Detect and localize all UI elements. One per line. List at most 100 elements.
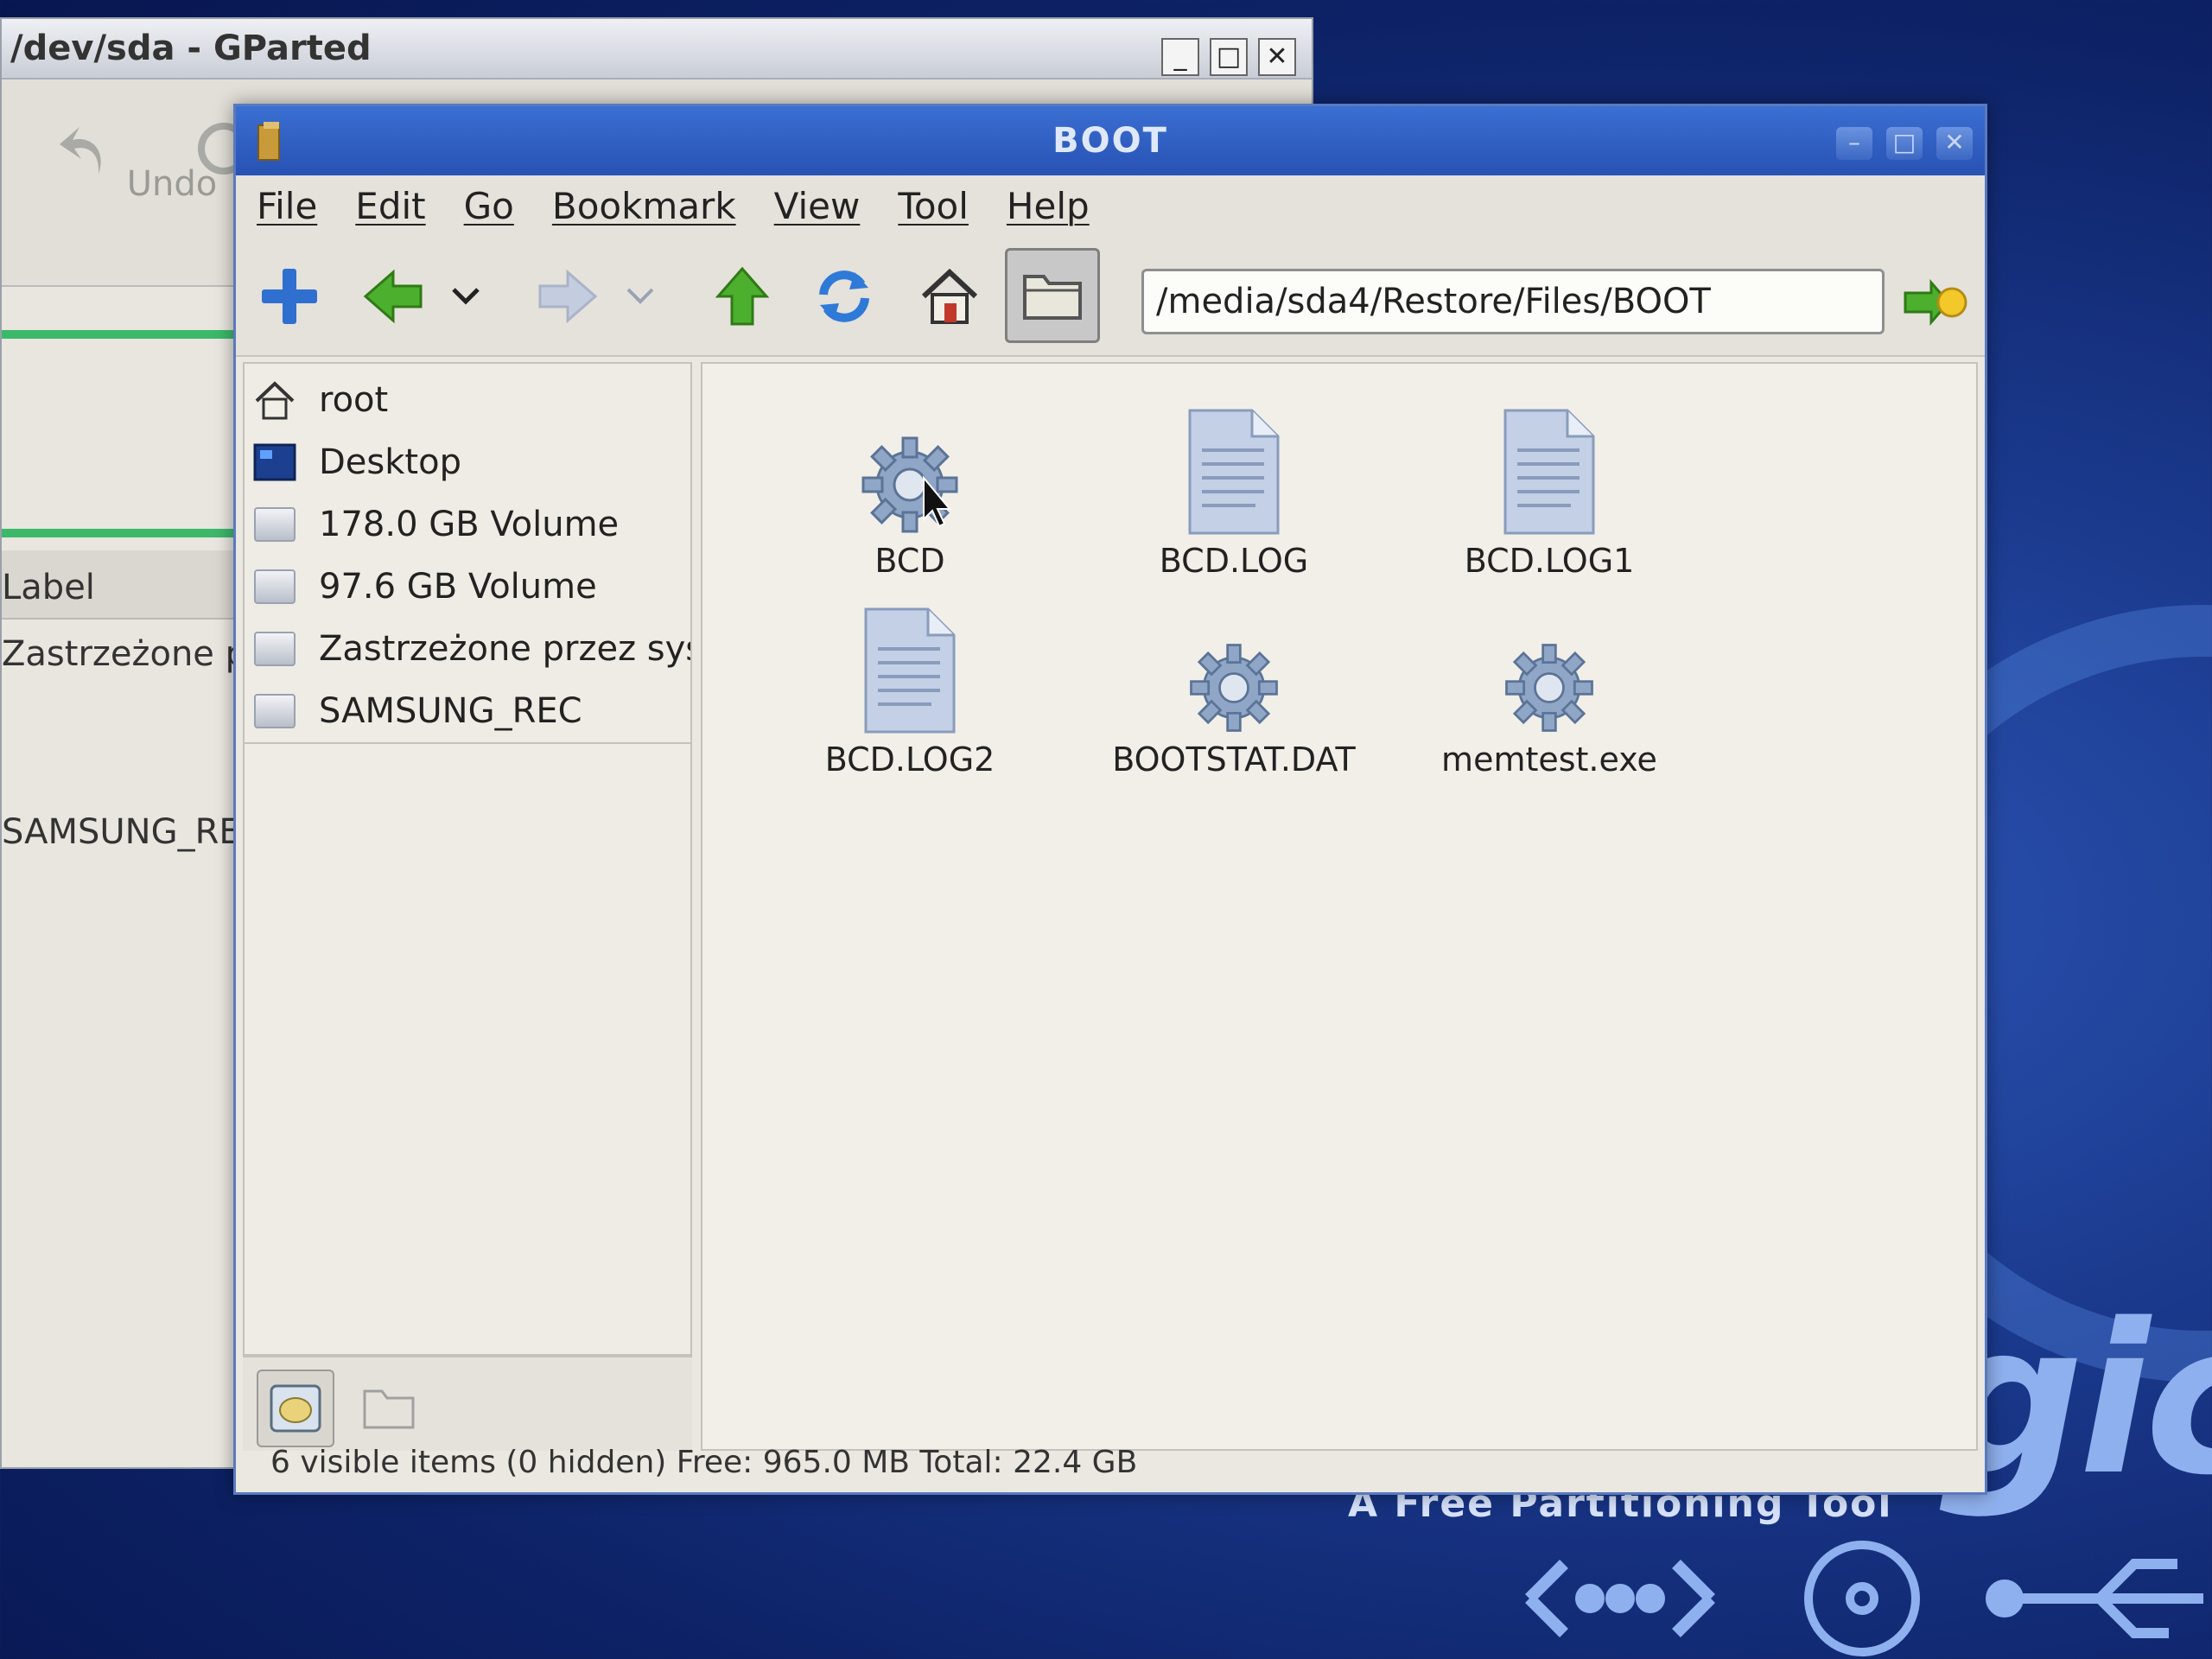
gparted-column-header-label[interactable]: Label <box>2 550 244 620</box>
menu-view[interactable]: View <box>774 185 861 227</box>
file-item[interactable]: BCD <box>772 407 1048 580</box>
place-item-volume[interactable]: SAMSUNG_REC <box>245 680 690 742</box>
file-item[interactable]: memtest.exe <box>1411 606 1688 779</box>
document-icon <box>1173 407 1294 537</box>
file-item[interactable]: BCD.LOG <box>1096 407 1372 580</box>
go-button[interactable] <box>1902 272 1971 333</box>
file-name: BCD.LOG2 <box>824 741 995 779</box>
home-icon <box>253 378 296 422</box>
gparted-window-controls: _ □ ✕ <box>1161 38 1296 76</box>
chevron-down-icon <box>452 288 480 305</box>
refresh-icon <box>819 270 869 322</box>
menu-bar: File Edit Go Bookmark View Tool Help <box>236 175 1985 236</box>
file-manager-app-icon <box>257 122 280 161</box>
drive-icon <box>253 690 296 733</box>
up-arrow-icon <box>715 266 770 326</box>
forward-arrow-icon <box>538 269 598 324</box>
forward-history-dropdown[interactable] <box>614 262 666 331</box>
back-history-dropdown[interactable] <box>440 262 492 331</box>
file-name: BCD.LOG1 <box>1464 542 1635 580</box>
menu-file[interactable]: File <box>257 185 317 227</box>
document-icon <box>1489 407 1610 537</box>
parent-folder-button[interactable] <box>708 262 777 331</box>
gear-icon <box>1173 606 1294 735</box>
side-pane-switcher <box>243 1356 692 1451</box>
chevron-down-icon <box>626 288 654 304</box>
gparted-partition-bar-top <box>2 330 244 339</box>
place-label: Zastrzeżone przez syst <box>319 629 690 669</box>
gparted-minimize-button[interactable]: _ <box>1161 38 1199 76</box>
folder-tree-icon <box>363 1389 415 1429</box>
place-label: 178.0 GB Volume <box>319 505 620 544</box>
drive-icon <box>253 627 296 671</box>
reload-button[interactable] <box>810 262 879 331</box>
file-icon-view[interactable]: BCD BCD.LOG BCD.LOG1 BCD.LOG2 BOOTSTAT.D… <box>701 362 1978 1451</box>
file-name: memtest.exe <box>1441 741 1657 779</box>
place-item-root[interactable]: root <box>245 369 690 431</box>
file-item[interactable]: BCD.LOG2 <box>772 606 1048 779</box>
place-label: root <box>319 380 389 420</box>
usb-icon <box>1986 1559 2203 1638</box>
status-bar: 6 visible items (0 hidden) Free: 965.0 M… <box>270 1445 1138 1480</box>
file-item[interactable]: BCD.LOG1 <box>1411 407 1688 580</box>
drive-icon <box>253 503 296 546</box>
menu-tool[interactable]: Tool <box>898 185 969 227</box>
menu-edit[interactable]: Edit <box>355 185 425 227</box>
minimize-button[interactable]: – <box>1836 127 1872 160</box>
place-label: 97.6 GB Volume <box>319 567 597 607</box>
gear-icon <box>1489 606 1610 735</box>
places-list: root Desktop 178.0 GB Volume 97.6 GB Vol… <box>245 364 690 744</box>
place-item-volume[interactable]: Zastrzeżone przez syst <box>245 618 690 680</box>
close-button[interactable]: ✕ <box>1936 127 1973 160</box>
content-area: root Desktop 178.0 GB Volume 97.6 GB Vol… <box>243 362 1978 1451</box>
places-tab[interactable] <box>257 1370 334 1447</box>
home-button[interactable] <box>915 262 984 331</box>
gear-icon <box>849 407 970 537</box>
menu-go[interactable]: Go <box>464 185 514 227</box>
gparted-partition-bar-bottom <box>2 529 244 537</box>
file-manager-titlebar[interactable]: BOOT – □ ✕ <box>236 106 1985 175</box>
gparted-partition-row[interactable]: SAMSUNG_REC <box>2 812 244 852</box>
place-item-desktop[interactable]: Desktop <box>245 431 690 493</box>
forward-button[interactable] <box>533 262 602 331</box>
file-name: BOOTSTAT.DAT <box>1112 741 1356 779</box>
document-icon <box>849 606 970 735</box>
directory-tree-tab[interactable] <box>350 1370 428 1447</box>
menu-help[interactable]: Help <box>1007 185 1090 227</box>
side-pane: root Desktop 178.0 GB Volume 97.6 GB Vol… <box>243 362 692 1356</box>
file-manager-title: BOOT <box>1052 121 1168 161</box>
new-tab-button[interactable] <box>255 262 324 331</box>
desktop-icon <box>253 441 296 484</box>
add-icon <box>262 269 317 324</box>
menu-bookmark[interactable]: Bookmark <box>552 185 736 227</box>
file-manager-window: BOOT – □ ✕ File Edit Go Bookmark View To… <box>233 104 1987 1495</box>
disc-icon <box>1804 1541 1920 1656</box>
toolbar <box>236 236 1985 357</box>
back-button[interactable] <box>359 262 428 331</box>
place-item-volume[interactable]: 97.6 GB Volume <box>245 556 690 618</box>
gparted-close-button[interactable]: ✕ <box>1258 38 1296 76</box>
gparted-title: /dev/sda - GParted <box>10 29 372 68</box>
back-arrow-icon <box>363 269 423 324</box>
drive-places-icon <box>270 1384 321 1433</box>
maximize-button[interactable]: □ <box>1886 127 1923 160</box>
file-name: BCD.LOG <box>1159 542 1309 580</box>
file-name: BCD <box>874 542 945 580</box>
folder-icon <box>1023 275 1082 320</box>
file-item[interactable]: BOOTSTAT.DAT <box>1096 606 1372 779</box>
place-label: SAMSUNG_REC <box>319 691 582 731</box>
gparted-maximize-button[interactable]: □ <box>1210 38 1248 76</box>
home-icon <box>921 268 978 324</box>
desktop-decorative-icons <box>1525 1541 2203 1656</box>
file-manager-window-controls: – □ ✕ <box>1836 127 1973 160</box>
drive-icon <box>253 565 296 608</box>
address-bar-input[interactable] <box>1141 269 1885 334</box>
gparted-partition-row[interactable]: Zastrzeżone pr <box>2 634 244 674</box>
go-arrow-icon <box>1904 278 1967 327</box>
undo-icon <box>60 127 101 175</box>
place-label: Desktop <box>319 442 461 482</box>
gparted-titlebar: /dev/sda - GParted _ □ ✕ <box>2 19 1312 79</box>
folder-view-button[interactable] <box>1005 248 1100 343</box>
place-item-volume[interactable]: 178.0 GB Volume <box>245 493 690 556</box>
network-icon <box>1525 1560 1715 1637</box>
